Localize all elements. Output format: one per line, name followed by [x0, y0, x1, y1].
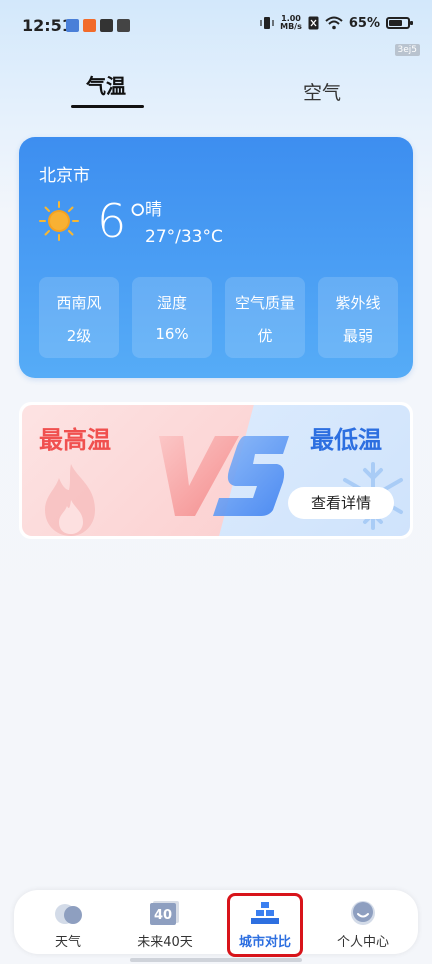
home-indicator	[130, 958, 302, 962]
status-bar: 12:51 1.00 MB/s 65% 3ej5	[0, 0, 432, 56]
play-notification-icon	[100, 19, 113, 32]
city-name: 北京市	[39, 166, 90, 186]
nav-label: 天气	[54, 935, 81, 950]
app-notification-icon	[83, 19, 96, 32]
top-tabs: 气温 空气	[0, 70, 432, 114]
flame-icon	[45, 464, 95, 536]
active-tab-indicator	[71, 105, 144, 108]
watermark-badge: 3ej5	[394, 44, 420, 56]
stat-humidity: 湿度 16%	[132, 277, 212, 358]
nav-label: 未来40天	[137, 935, 193, 950]
current-temperature: 6°	[97, 194, 150, 248]
stat-uv: 紫外线 最弱	[318, 277, 398, 358]
temperature-compare-card[interactable]: 最高温 最低温 查看详情	[19, 402, 413, 539]
max-temp-title: 最高温	[39, 426, 111, 454]
view-details-button[interactable]: 查看详情	[288, 487, 394, 519]
tab-temperature[interactable]: 气温	[86, 70, 126, 99]
stat-value: 16%	[155, 325, 189, 343]
stat-value: 优	[257, 327, 273, 345]
tab-air[interactable]: 空气	[303, 78, 341, 105]
stat-label: 紫外线	[335, 294, 381, 312]
nav-item-40-days[interactable]: 40 未来40天	[128, 890, 202, 954]
nav-item-weather[interactable]: 天气	[40, 890, 96, 954]
app-notification-icon	[66, 19, 79, 32]
stat-air-quality: 空气质量 优	[225, 277, 305, 358]
vs-emblem	[159, 436, 289, 516]
weather-stats: 西南风 2级 湿度 16% 空气质量 优 紫外线 最弱	[39, 277, 398, 358]
stat-label: 西南风	[56, 294, 102, 312]
vibrate-icon	[260, 17, 274, 29]
system-status: 1.00 MB/s 65%	[260, 15, 413, 31]
bottom-nav: 天气 40 未来40天 城市对比 个人中心	[14, 890, 418, 954]
speed-unit: MB/s	[280, 22, 302, 31]
stat-value: 2级	[66, 327, 92, 345]
stat-label: 湿度	[156, 294, 187, 312]
highlight-box	[227, 893, 303, 957]
battery-icon	[386, 17, 413, 29]
calendar-badge: 40	[154, 908, 172, 923]
tv-notification-icon	[117, 19, 130, 32]
nav-item-profile[interactable]: 个人中心	[327, 890, 399, 954]
min-temp-title: 最低温	[310, 426, 382, 454]
nav-label: 个人中心	[336, 935, 389, 950]
wifi-icon	[325, 16, 343, 30]
sim-icon	[308, 16, 319, 30]
profile-face-icon	[351, 901, 375, 925]
weather-card[interactable]: 北京市 6° 晴 27°/33°C 西南风 2级 湿度 16% 空气质量 优 紫…	[19, 137, 413, 378]
stat-label: 空气质量	[234, 294, 295, 312]
weather-condition: 晴	[145, 200, 162, 220]
calendar-40-icon: 40	[150, 901, 179, 925]
cloud-icon	[55, 904, 82, 924]
temperature-range: 27°/33°C	[145, 227, 223, 247]
stat-value: 最弱	[342, 327, 373, 345]
battery-percent: 65%	[348, 15, 380, 31]
network-speed: 1.00 MB/s	[280, 15, 302, 31]
stat-wind: 西南风 2级	[39, 277, 119, 358]
sun-icon	[39, 201, 79, 241]
notification-icons	[66, 19, 130, 32]
